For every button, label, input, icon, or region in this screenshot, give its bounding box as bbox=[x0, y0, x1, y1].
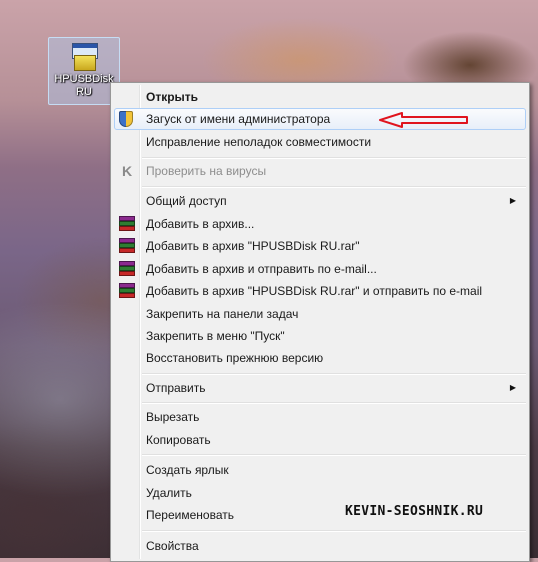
watermark: KEVIN-SEOSHNIK.RU bbox=[345, 504, 484, 519]
menu-item-troubleshoot-compatibility[interactable]: Исправление неполадок совместимости bbox=[114, 131, 526, 153]
menu-item-named-archive-and-email[interactable]: Добавить в архив "HPUSBDisk RU.rar" и от… bbox=[114, 280, 526, 302]
winrar-icon bbox=[119, 261, 135, 276]
menu-separator bbox=[142, 373, 526, 375]
annotation-arrow bbox=[379, 112, 468, 128]
menu-separator bbox=[142, 402, 526, 404]
menu-item-cut[interactable]: Вырезать bbox=[114, 406, 526, 428]
context-menu: Открыть Загуск от имени администратора И… bbox=[110, 82, 530, 562]
menu-separator bbox=[142, 157, 526, 159]
menu-item-restore-previous-version[interactable]: Восстановить прежнюю версию bbox=[114, 347, 526, 369]
menu-item-add-to-named-archive[interactable]: Добавить в архив "HPUSBDisk RU.rar" bbox=[114, 235, 526, 257]
submenu-arrow-icon: ▶ bbox=[509, 383, 516, 392]
installer-app-icon bbox=[70, 43, 98, 71]
winrar-icon bbox=[119, 238, 135, 253]
menu-item-send-to[interactable]: Отправить ▶ bbox=[114, 377, 526, 399]
menu-separator bbox=[142, 454, 526, 456]
menu-item-archive-and-email[interactable]: Добавить в архив и отправить по e-mail..… bbox=[114, 258, 526, 280]
menu-item-pin-to-taskbar[interactable]: Закрепить на панели задач bbox=[114, 303, 526, 325]
menu-separator bbox=[142, 530, 526, 532]
desktop-icon-label: HPUSBDisk RU bbox=[54, 73, 114, 98]
menu-item-delete[interactable]: Удалить bbox=[114, 482, 526, 504]
menu-separator bbox=[142, 186, 526, 188]
uac-shield-icon bbox=[119, 111, 133, 127]
submenu-arrow-icon: ▶ bbox=[509, 196, 516, 205]
menu-item-pin-to-start[interactable]: Закрепить в меню "Пуск" bbox=[114, 325, 526, 347]
antivirus-k-icon: K bbox=[121, 163, 133, 179]
menu-item-scan-viruses[interactable]: K Проверить на вирусы bbox=[114, 160, 526, 182]
menu-item-properties[interactable]: Свойства bbox=[114, 535, 526, 557]
menu-item-open[interactable]: Открыть bbox=[114, 86, 526, 108]
winrar-icon bbox=[119, 216, 135, 231]
winrar-icon bbox=[119, 283, 135, 298]
menu-item-share[interactable]: Общий доступ ▶ bbox=[114, 190, 526, 212]
menu-item-copy[interactable]: Копировать bbox=[114, 429, 526, 451]
menu-item-add-to-archive[interactable]: Добавить в архив... bbox=[114, 213, 526, 235]
menu-item-create-shortcut[interactable]: Создать ярлык bbox=[114, 459, 526, 481]
